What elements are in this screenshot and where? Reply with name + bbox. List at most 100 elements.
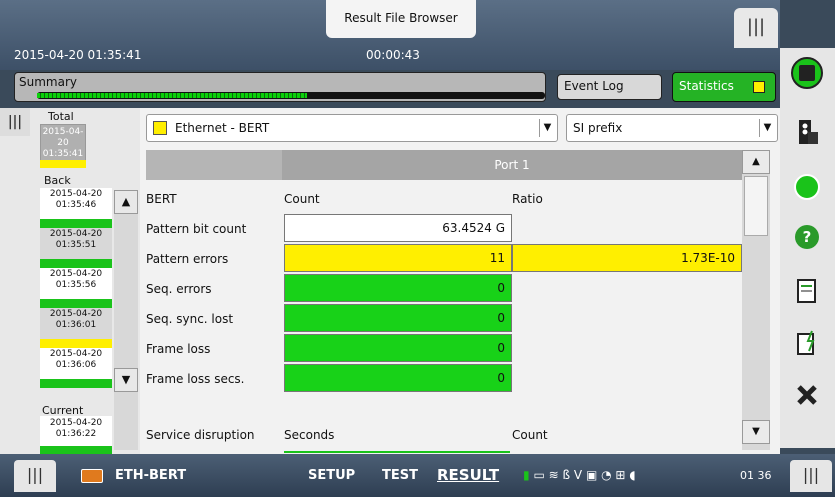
speaker-icon: ◖ (629, 468, 636, 482)
report-icon (797, 279, 816, 303)
test-tab[interactable]: TEST (382, 468, 418, 483)
summary-label: Summary (19, 75, 77, 89)
grid-scroll-up-icon[interactable]: ▲ (742, 150, 770, 174)
traffic-light-icon (799, 120, 818, 144)
count-cell: 0 (284, 364, 512, 392)
app-name: ETH-BERT (115, 468, 187, 483)
service-count-header: Count (512, 428, 548, 442)
status-led-icon (794, 174, 820, 200)
count-cell: 63.4524 G (284, 214, 512, 242)
status-led-button[interactable] (790, 170, 824, 204)
help-icon: ? (795, 225, 819, 249)
history-scroll-up-icon[interactable]: ▲ (114, 190, 138, 214)
history-item[interactable]: 2015-04-20 01:35:46 (40, 188, 112, 228)
history-status-stripe (40, 259, 112, 268)
count-cell: 11 (284, 244, 512, 272)
quick-report-icon (797, 330, 815, 355)
terminal-icon: ▣ (585, 468, 598, 482)
traffic-light-button[interactable] (790, 116, 824, 150)
measurement-value: Ethernet - BERT (175, 121, 270, 135)
event-log-button[interactable]: Event Log (557, 74, 662, 100)
seconds-header: Seconds (284, 428, 335, 442)
bottom-left-grip-icon[interactable]: ||| (14, 460, 56, 492)
grid-scroll-thumb[interactable] (744, 176, 768, 236)
history-item[interactable]: 2015-04-20 01:36:06 (40, 348, 112, 388)
history-status-stripe (40, 339, 112, 348)
grid-scrollbar[interactable]: ▲ ▼ (742, 150, 770, 450)
remote-icon: ◔ (601, 468, 612, 482)
total-card[interactable]: 2015-04-20 01:35:41 (40, 124, 86, 162)
measurement-color-swatch (153, 121, 167, 135)
count-header: Count (284, 192, 320, 206)
row-label: Seq. sync. lost (146, 312, 234, 326)
summary-progress-track (37, 92, 545, 99)
statistics-indicator (753, 81, 765, 93)
bottom-bar: ||| ETH-BERT SETUP TEST RESULT ▮ ▭ ≋ ß V… (0, 454, 835, 497)
screen-icon: ▭ (533, 468, 545, 482)
current-item[interactable]: 2015-04-20 01:36:22 (40, 416, 112, 454)
history-item[interactable]: 2015-04-20 01:36:01 (40, 308, 112, 348)
bert-label: BERT (146, 192, 177, 206)
prefix-select[interactable]: SI prefix ▼ (566, 114, 778, 142)
history-time: 2015-04-20 01:36:06 (49, 349, 103, 370)
close-button[interactable] (790, 378, 824, 412)
row-label: Seq. errors (146, 282, 212, 296)
history-status-stripe (40, 219, 112, 228)
history-time: 2015-04-20 01:35:51 (49, 229, 103, 250)
history-scrollbar[interactable] (114, 214, 138, 450)
bluetooth-icon: ß (562, 468, 571, 482)
wifi-icon: ≋ (548, 468, 559, 482)
quick-report-button[interactable] (790, 326, 824, 360)
grid-scroll-down-icon[interactable]: ▼ (742, 420, 770, 444)
history-item[interactable]: 2015-04-20 01:35:56 (40, 268, 112, 308)
port-header: Port 1 (282, 150, 742, 180)
history-status-stripe (40, 299, 112, 308)
result-tab[interactable]: RESULT (437, 466, 499, 484)
result-file-browser-tab[interactable]: Result File Browser (326, 0, 476, 38)
statistics-button[interactable]: Statistics (672, 72, 776, 102)
count-cell: 0 (284, 304, 512, 332)
current-time: 2015-04-20 01:36:22 (49, 418, 103, 439)
clock-time: 01 36 (740, 469, 772, 482)
help-button[interactable]: ? (790, 220, 824, 254)
grid-header: Port 1 (146, 150, 742, 180)
v-icon: V (573, 468, 583, 482)
app-logo-icon (81, 469, 103, 483)
row-label: Frame loss secs. (146, 372, 245, 386)
battery-icon: ▮ (523, 468, 530, 482)
history-status-stripe (40, 379, 112, 388)
total-label: Total (48, 110, 74, 123)
right-toolbar: ? (780, 48, 835, 448)
status-icons: ▮ ▭ ≋ ß V ▣ ◔ ⊞ ◖ (523, 468, 636, 482)
back-label: Back (44, 174, 71, 187)
row-label: Pattern bit count (146, 222, 247, 236)
svg-text:?: ? (803, 228, 812, 246)
total-status-stripe (40, 160, 86, 168)
chevron-down-icon: ▼ (759, 119, 775, 137)
count-cell: 0 (284, 334, 512, 362)
current-status-stripe (40, 446, 112, 454)
prefix-value: SI prefix (573, 121, 623, 135)
top-menu-handle[interactable]: ||| (734, 8, 778, 48)
stop-button[interactable] (790, 56, 824, 90)
date-time: 2015-04-20 01:35:41 (14, 48, 142, 62)
report-button[interactable] (790, 274, 824, 308)
count-cell: 0 (284, 274, 512, 302)
history-time: 2015-04-20 01:35:46 (49, 189, 103, 210)
history-time: 2015-04-20 01:35:56 (49, 269, 103, 290)
setup-tab[interactable]: SETUP (308, 468, 355, 483)
statistics-label: Statistics (679, 79, 734, 93)
ratio-header: Ratio (512, 192, 543, 206)
elapsed-time: 00:00:43 (366, 48, 420, 62)
history-item[interactable]: 2015-04-20 01:35:51 (40, 228, 112, 268)
top-bar: Result File Browser 2015-04-20 01:35:41 … (0, 0, 780, 102)
row-label: Frame loss (146, 342, 211, 356)
stop-icon (791, 57, 823, 89)
ratio-cell: 1.73E-10 (512, 244, 742, 272)
history-scroll-down-icon[interactable]: ▼ (114, 368, 138, 392)
network-icon: ⊞ (615, 468, 626, 482)
bottom-right-grip-icon[interactable]: ||| (790, 460, 832, 492)
measurement-select[interactable]: Ethernet - BERT ▼ (146, 114, 558, 142)
history-grip-icon[interactable]: ||| (0, 108, 30, 136)
summary-bar[interactable]: Summary (14, 72, 546, 102)
